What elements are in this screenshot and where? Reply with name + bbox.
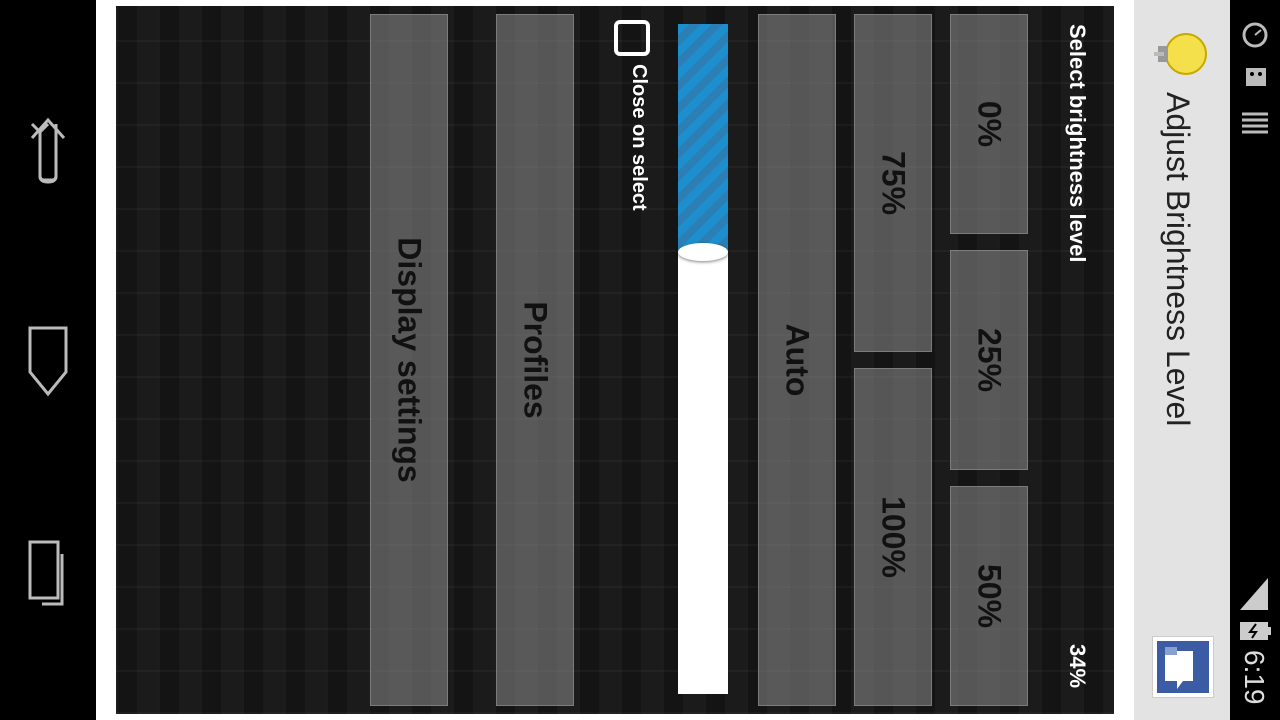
home-button[interactable] [18, 320, 78, 400]
preset-50-label: 50% [971, 563, 1008, 629]
preset-25-label: 25% [971, 327, 1008, 393]
app-title: Adjust Brightness Level [1160, 92, 1196, 427]
home-icon [28, 326, 68, 397]
preset-100-button[interactable]: 100% [854, 368, 932, 706]
close-on-select-label: Close on select [628, 64, 650, 211]
battery-icon [1240, 622, 1271, 640]
back-icon [30, 117, 66, 184]
auto-label: Auto [779, 323, 816, 397]
close-on-select-checkbox[interactable] [614, 20, 650, 56]
lightbulb-icon [1154, 33, 1207, 75]
preset-25-button[interactable]: 25% [950, 250, 1028, 470]
slider-thumb[interactable] [678, 243, 728, 261]
profiles-label: Profiles [517, 301, 554, 419]
thumbs-up-icon [1157, 641, 1209, 693]
back-button[interactable] [18, 110, 78, 190]
preset-75-button[interactable]: 75% [854, 14, 932, 352]
preset-0-label: 0% [971, 100, 1008, 148]
brightness-slider[interactable] [678, 24, 728, 694]
signal-icon [1240, 578, 1268, 610]
auto-button[interactable]: Auto [758, 14, 836, 706]
preset-100-label: 100% [875, 496, 912, 578]
brightness-panel: Select brightness level 34% 0% 25% 50% 7… [116, 6, 1114, 714]
like-button[interactable] [1152, 636, 1214, 698]
preset-75-label: 75% [875, 150, 912, 216]
slider-fill [678, 24, 728, 252]
panel-heading: Select brightness level [1065, 24, 1090, 263]
recents-button[interactable] [18, 530, 78, 610]
clock: 6:19 [1239, 650, 1270, 705]
preset-50-button[interactable]: 50% [950, 486, 1028, 706]
preset-0-button[interactable]: 0% [950, 14, 1028, 234]
notification-icon [1242, 112, 1268, 134]
status-bar: 6:19 [1230, 0, 1280, 720]
navigation-bar [0, 0, 96, 720]
display-settings-button[interactable]: Display settings [370, 14, 448, 706]
recents-icon [28, 540, 64, 606]
app-header: Adjust Brightness Level [1134, 0, 1230, 720]
current-brightness-value: 34% [1065, 644, 1090, 689]
display-settings-label: Display settings [391, 237, 428, 483]
profiles-button[interactable]: Profiles [496, 14, 574, 706]
android-icon [1246, 68, 1266, 86]
alarm-icon [1242, 22, 1268, 48]
